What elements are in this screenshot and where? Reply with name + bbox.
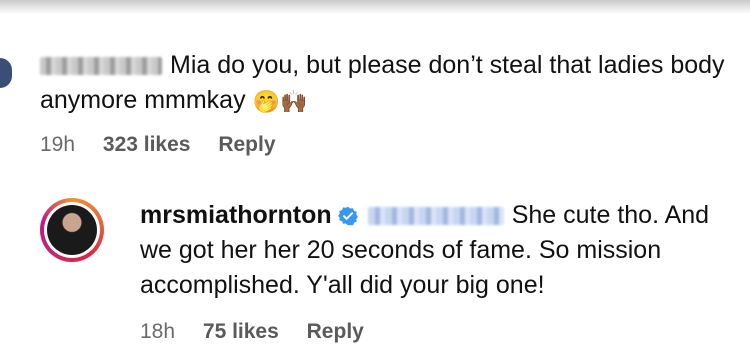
cropped-avatar [0, 58, 12, 88]
comment-1-time: 19h [40, 133, 76, 156]
comment-2-body: mrsmiathornton She cute tho. And we got … [40, 198, 740, 303]
comment-2-reply-button[interactable]: Reply [307, 320, 364, 343]
verified-badge-icon [337, 207, 358, 226]
comment-2-time: 18h [140, 320, 176, 343]
top-edge-shadow [0, 0, 750, 14]
hand-over-mouth-emoji-icon: 🤭 [252, 88, 280, 114]
blurred-username[interactable] [40, 57, 162, 76]
comment-1-likes[interactable]: 323 likes [103, 133, 191, 156]
comment-1-reply-button[interactable]: Reply [218, 133, 275, 156]
comment-2-meta: 18h 75 likes Reply [140, 320, 386, 344]
comment-2-username[interactable]: mrsmiathornton [140, 201, 332, 229]
comment-1-body: Mia do you, but please don’t steal that … [40, 48, 730, 119]
comment-1: Mia do you, but please don’t steal that … [40, 48, 730, 119]
raising-hands-emoji-icon: 🙌🏾 [279, 88, 308, 114]
comment-2-likes[interactable]: 75 likes [203, 320, 279, 343]
comment-1-meta: 19h 323 likes Reply [40, 133, 298, 157]
blurred-mention[interactable] [367, 207, 504, 226]
comment-2: mrsmiathornton She cute tho. And we got … [40, 198, 740, 303]
